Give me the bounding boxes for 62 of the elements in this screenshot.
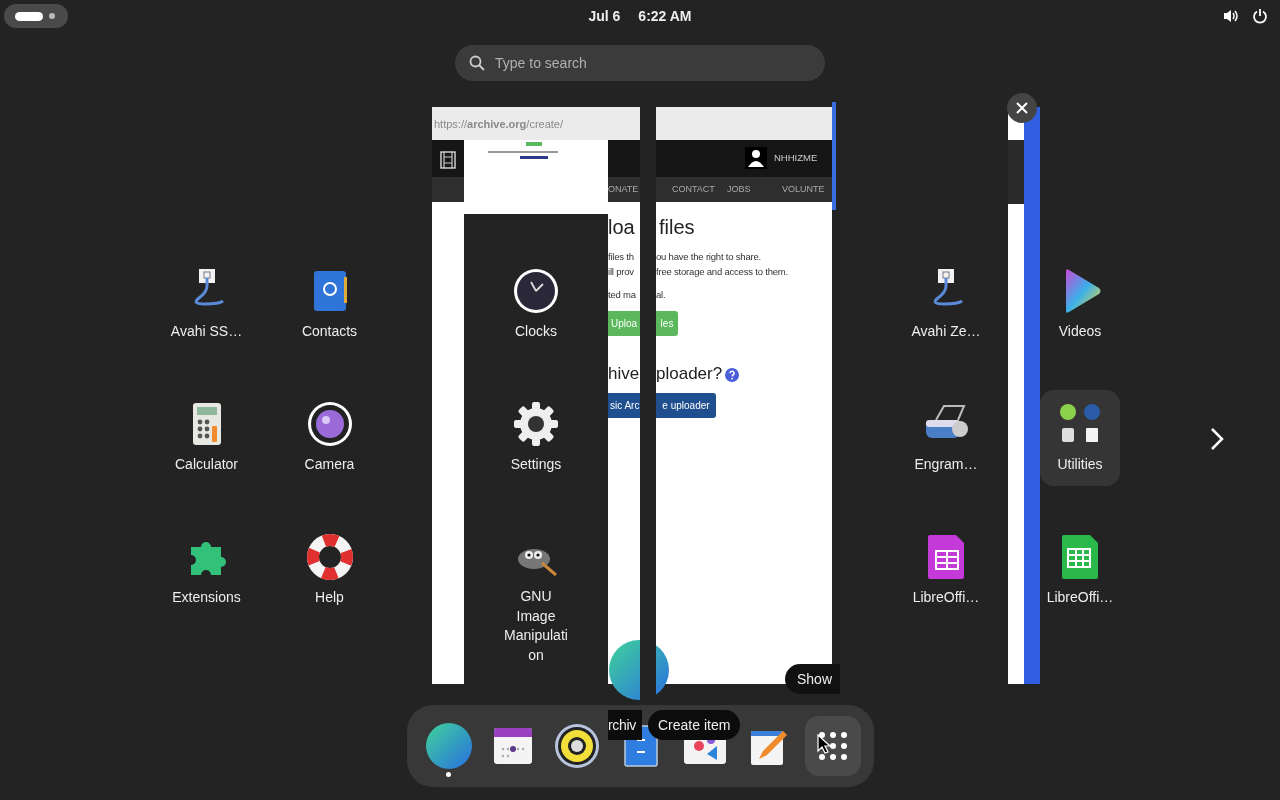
clock-icon: [512, 267, 560, 315]
globe-icon: [424, 722, 473, 770]
body-text: ill prov: [608, 266, 634, 277]
date-text[interactable]: Jul 6: [588, 8, 621, 24]
address-bar: https://archive.org/create/: [432, 107, 640, 140]
mouse-pointer-icon: [817, 734, 831, 754]
nav-link[interactable]: JOBS: [727, 184, 751, 194]
app-launcher[interactable]: LibreOffi…: [891, 529, 1001, 625]
heading-text: files: [659, 216, 695, 239]
window-preview[interactable]: [1008, 107, 1040, 684]
volume-icon[interactable]: [1223, 8, 1239, 24]
heading-text: ploader?: [656, 364, 723, 384]
globe-icon: [608, 640, 670, 700]
app-launcher[interactable]: LibreOffi…: [1040, 529, 1120, 625]
close-icon: [1016, 102, 1028, 114]
tooltip: Show: [785, 664, 841, 694]
app-grid-icon: [817, 731, 848, 761]
app-launcher[interactable]: Clocks: [481, 263, 591, 359]
body-text: ted ma: [608, 289, 636, 300]
running-indicator: [445, 772, 451, 777]
uploader-button[interactable]: e uploader: [656, 393, 716, 418]
nav-link[interactable]: VOLUNTE: [782, 184, 825, 194]
body-text: files th: [608, 251, 634, 262]
body-text: ou have the right to share.: [656, 251, 761, 262]
lifebuoy-icon: [305, 533, 354, 581]
workspace-indicator[interactable]: [4, 4, 68, 28]
gear-icon: [512, 400, 560, 448]
uploader-button[interactable]: sic Arc: [608, 393, 640, 418]
power-icon[interactable]: [1252, 8, 1268, 24]
app-launcher[interactable]: Avahi SS…: [151, 263, 262, 359]
app-launcher[interactable]: Settings: [481, 396, 591, 492]
app-launcher[interactable]: GNU Image Manipulation: [503, 529, 569, 662]
help-icon[interactable]: [725, 368, 739, 382]
heading-text: loa: [608, 216, 635, 239]
user-avatar-icon: [745, 147, 767, 169]
app-launcher[interactable]: Help: [274, 529, 385, 625]
app-launcher[interactable]: Contacts: [274, 263, 385, 359]
body-text: free storage and access to them.: [656, 266, 788, 277]
app-launcher[interactable]: Engram…: [891, 396, 1001, 492]
nav-link[interactable]: ONATE: [608, 184, 639, 194]
close-button[interactable]: [1007, 93, 1037, 123]
username-text: NHHIZME: [774, 152, 818, 163]
search-icon: [469, 55, 485, 71]
speaker-icon: [553, 723, 600, 769]
film-icon: [440, 151, 456, 169]
app-launcher[interactable]: Avahi Ze…: [891, 263, 1001, 359]
heading-text: hive: [608, 364, 640, 384]
app-launcher[interactable]: Utilities: [1040, 390, 1120, 486]
tooltip: rchiv: [608, 710, 642, 740]
calendar-icon: [491, 725, 534, 767]
camera-lens-icon: [305, 400, 354, 448]
nav-link[interactable]: CONTACT: [672, 184, 715, 194]
time-text[interactable]: 6:22 AM: [638, 8, 692, 24]
app-launcher[interactable]: Videos: [1040, 263, 1120, 359]
body-text: al.: [656, 289, 666, 300]
tooltip: Create item: [648, 710, 741, 740]
app-launcher[interactable]: Calculator: [151, 396, 262, 492]
search-field[interactable]: Type to search: [455, 45, 825, 81]
dock-item[interactable]: [804, 716, 861, 776]
next-page-icon[interactable]: [1210, 427, 1224, 451]
app-launcher[interactable]: Extensions: [151, 529, 262, 625]
app-launcher[interactable]: Camera: [274, 396, 385, 492]
